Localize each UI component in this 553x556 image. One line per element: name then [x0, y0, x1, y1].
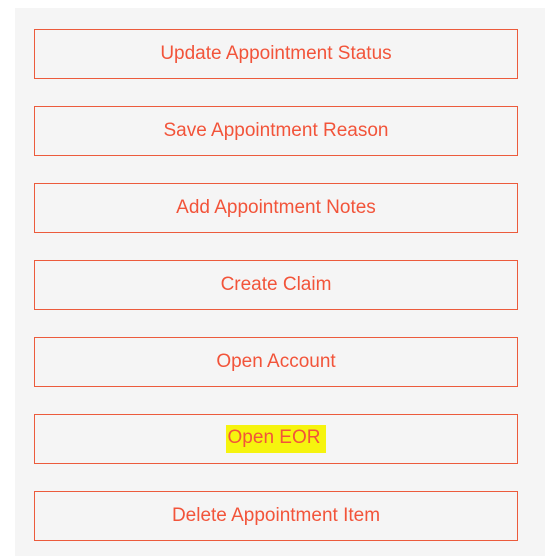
- update-appointment-status-label: Update Appointment Status: [160, 43, 392, 64]
- open-eor-label: Open EOR: [225, 425, 327, 453]
- open-account-label: Open Account: [216, 351, 336, 372]
- appointment-actions-panel: Update Appointment Status Save Appointme…: [15, 8, 545, 556]
- add-appointment-notes-label: Add Appointment Notes: [176, 197, 376, 218]
- open-eor-button[interactable]: Open EOR: [34, 414, 518, 464]
- create-claim-button[interactable]: Create Claim: [34, 260, 518, 310]
- save-appointment-reason-label: Save Appointment Reason: [163, 120, 389, 141]
- delete-appointment-item-button[interactable]: Delete Appointment Item: [34, 491, 518, 541]
- create-claim-label: Create Claim: [220, 274, 332, 295]
- add-appointment-notes-button[interactable]: Add Appointment Notes: [34, 183, 518, 233]
- delete-appointment-item-label: Delete Appointment Item: [171, 505, 381, 526]
- open-account-button[interactable]: Open Account: [34, 337, 518, 387]
- update-appointment-status-button[interactable]: Update Appointment Status: [34, 29, 518, 79]
- save-appointment-reason-button[interactable]: Save Appointment Reason: [34, 106, 518, 156]
